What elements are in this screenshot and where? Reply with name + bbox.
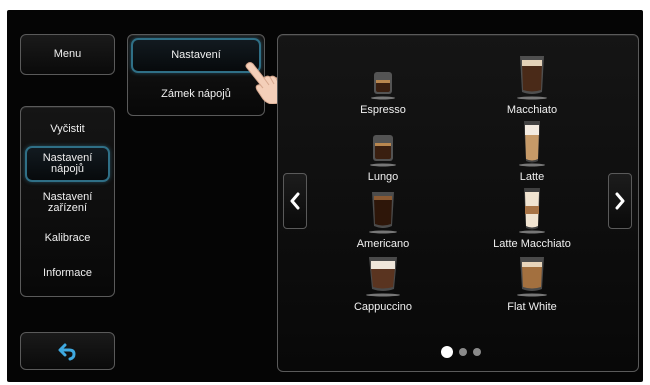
drink-label: Lungo <box>367 171 399 183</box>
drink-cappuccino[interactable]: Cappuccino <box>328 253 438 313</box>
flat-white-cup-icon <box>517 257 547 297</box>
sidebar-item-label: Nastavení nápojů <box>42 152 93 175</box>
sidebar-item-label: Nastavení zařízení <box>42 191 93 214</box>
menu-button[interactable]: Menu <box>20 34 115 75</box>
sidebar-item-label: Kalibrace <box>44 231 91 244</box>
drink-label: Flat White <box>507 301 557 313</box>
drink-lungo[interactable]: Lungo <box>328 131 438 183</box>
drink-latte[interactable]: Latte <box>477 119 587 183</box>
drink-label: Americano <box>356 238 410 250</box>
back-arrow-icon <box>58 343 76 361</box>
sidebar-item-drink-settings[interactable]: Nastavení nápojů <box>25 146 110 182</box>
drink-latte-macchiato[interactable]: Latte Macchiato <box>477 186 587 250</box>
page-dot[interactable] <box>459 348 467 356</box>
chevron-left-icon <box>290 192 300 210</box>
drink-label: Macchiato <box>506 104 558 116</box>
submenu-item-settings[interactable]: Nastavení <box>131 38 261 73</box>
menu-button-label: Menu <box>53 48 82 60</box>
drink-americano[interactable]: Americano <box>328 188 438 250</box>
back-button[interactable] <box>20 332 115 370</box>
americano-cup-icon <box>369 192 397 234</box>
sidebar-item-device-settings[interactable]: Nastavení zařízení <box>24 187 111 219</box>
sidebar-item-calibration[interactable]: Kalibrace <box>24 226 111 250</box>
coffee-machine-screen: Menu Vyčistit Nastavení nápojů Nastavení… <box>7 10 643 382</box>
lungo-cup-icon <box>370 135 396 167</box>
sidebar-item-clean[interactable]: Vyčistit <box>24 117 111 141</box>
drink-espresso[interactable]: Espresso <box>328 68 438 116</box>
submenu-item-label: Nastavení <box>171 49 221 61</box>
drink-label: Latte <box>519 171 545 183</box>
sidebar-item-information[interactable]: Informace <box>24 261 111 285</box>
sidebar-item-label: Vyčistit <box>50 122 85 135</box>
latte-macchiato-glass-icon <box>519 188 545 234</box>
espresso-cup-icon <box>371 72 395 100</box>
drink-label: Espresso <box>360 104 406 116</box>
macchiato-cup-icon <box>517 56 547 100</box>
drink-label: Latte Macchiato <box>493 238 571 250</box>
drink-flat-white[interactable]: Flat White <box>477 253 587 313</box>
page-dot[interactable] <box>473 348 481 356</box>
chevron-right-icon <box>615 192 625 210</box>
latte-glass-icon <box>519 121 545 167</box>
next-page-button[interactable] <box>608 173 632 229</box>
submenu-item-label: Zámek nápojů <box>161 87 231 100</box>
sidebar-item-label: Informace <box>43 266 92 279</box>
cappuccino-cup-icon <box>366 257 400 297</box>
previous-page-button[interactable] <box>283 173 307 229</box>
page-dot-active[interactable] <box>441 346 453 358</box>
drink-macchiato[interactable]: Macchiato <box>477 52 587 116</box>
drink-label: Cappuccino <box>353 301 413 313</box>
pagination-dots <box>441 346 481 358</box>
submenu-item-drink-lock[interactable]: Zámek nápojů <box>131 80 261 108</box>
